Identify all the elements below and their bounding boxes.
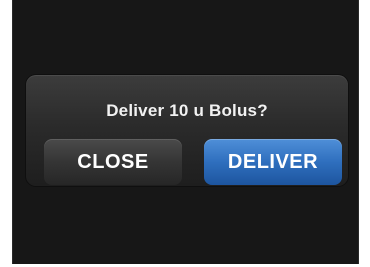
dialog-prompt: Deliver 10 u Bolus? [106,101,268,120]
bolus-confirm-dialog: Deliver 10 u Bolus? CLOSE DELIVER [26,75,348,186]
close-button[interactable]: CLOSE [44,139,182,185]
device-screen: Deliver 10 u Bolus? CLOSE DELIVER [12,0,359,264]
deliver-button[interactable]: DELIVER [204,139,342,185]
